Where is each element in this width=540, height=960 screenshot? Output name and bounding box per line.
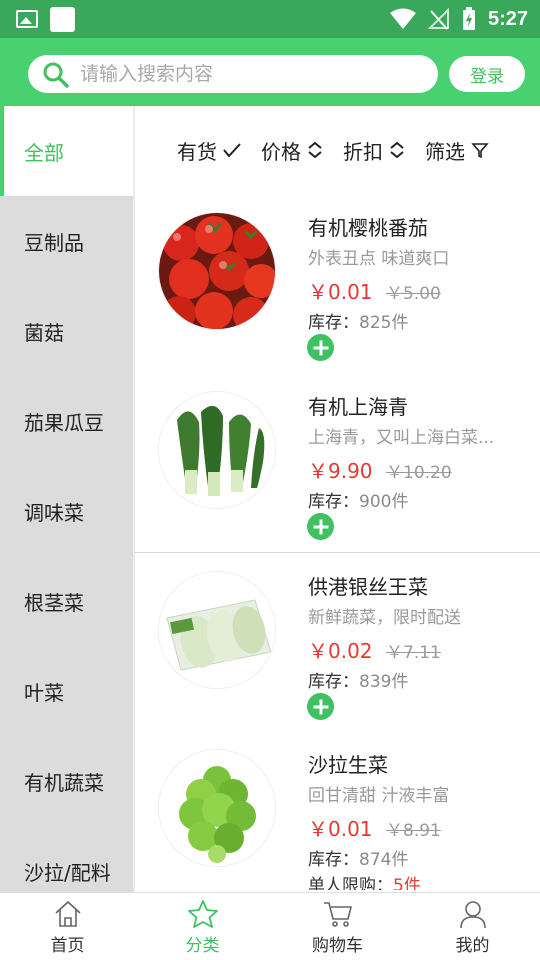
user-icon [459,901,486,929]
product-item[interactable]: 供港银丝王菜 新鲜蔬菜，限时配送 ￥0.02 ￥7.11 库存：839件 [135,552,540,731]
star-icon [187,900,218,928]
home-icon [54,900,81,927]
tab-label: 首页 [50,936,85,956]
filter-label: 价格 [261,139,301,164]
product-image-cherry-tomato[interactable] [158,212,276,330]
tab-home[interactable]: 首页 [0,893,135,960]
app-header: 登录 [0,38,540,106]
sidebar-item-seasoning-vegetables[interactable]: 调味菜 [0,466,133,556]
product-item[interactable]: 有机上海青 上海青，又叫上海白菜... ￥9.90 ￥10.20 库存：900件 [135,373,540,552]
search-input[interactable] [80,55,420,93]
wifi-icon [389,8,416,29]
filter-bar: 有货 价格 折扣 筛选 [135,106,540,194]
status-bar: 5:27 [0,0,540,38]
product-description: 上海青，又叫上海白菜... [308,428,495,448]
sidebar-item-salad[interactable]: 沙拉/配料 [0,826,133,892]
add-to-cart-button[interactable] [307,693,334,720]
filter-label: 有货 [177,139,217,164]
filter-screen[interactable]: 筛选 [425,136,489,165]
product-original-price: ￥5.00 [386,284,441,304]
product-original-price: ￥8.91 [386,821,441,841]
battery-charging-icon [462,7,475,30]
clock: 5:27 [487,7,528,30]
gallery-notification-icon [16,10,38,28]
purchase-limit: 单人限购：5件 [308,871,421,890]
tab-profile[interactable]: 我的 [405,893,540,960]
product-description: 外表丑点 味道爽口 [308,249,450,269]
product-stock: 库存：825件 [308,308,408,333]
product-price: ￥9.90 [308,459,373,483]
tab-cart[interactable]: 购物车 [270,893,405,960]
sidebar-item-fruit-vegetables[interactable]: 茄果瓜豆 [0,376,133,466]
sidebar-item-organic-vegetables[interactable]: 有机蔬菜 [0,736,133,826]
no-signal-icon [427,8,449,30]
stock-label: 库存： [308,850,359,870]
sidebar-item-mushrooms[interactable]: 菌菇 [0,286,133,376]
limit-label: 单人限购： [308,876,393,890]
cart-icon [323,902,352,927]
sidebar-item-root-vegetables[interactable]: 根茎菜 [0,556,133,646]
product-image-lettuce[interactable] [158,749,276,867]
product-description: 新鲜蔬菜，限时配送 [308,608,461,628]
stock-value: 874件 [359,850,409,870]
product-original-price: ￥7.11 [386,643,441,663]
limit-value: 5件 [393,876,421,890]
add-to-cart-button[interactable] [307,513,334,540]
sidebar-item-soy-products[interactable]: 豆制品 [0,196,133,286]
product-price: ￥0.01 [308,817,373,841]
product-image-shanghai-greens[interactable] [158,391,276,509]
product-stock: 库存：874件 [308,845,408,870]
product-list: 有机樱桃番茄 外表丑点 味道爽口 ￥0.01 ￥5.00 库存：825件 有机上… [135,194,540,890]
product-price: ￥0.02 [308,639,373,663]
sidebar-item-all[interactable]: 全部 [0,106,133,196]
filter-in-stock[interactable]: 有货 [177,136,241,165]
product-item[interactable]: 沙拉生菜 回甘清甜 汁液丰富 ￥0.01 ￥8.91 库存：874件 单人限购：… [135,731,540,890]
app-notification-icon [50,7,75,32]
product-original-price: ￥10.20 [386,463,452,483]
product-stock: 库存：900件 [308,487,408,512]
add-to-cart-button[interactable] [307,334,334,361]
product-stock: 库存：839件 [308,667,408,692]
product-name[interactable]: 沙拉生菜 [308,749,388,778]
stock-value: 839件 [359,672,409,692]
tab-category[interactable]: 分类 [135,893,270,960]
stock-label: 库存： [308,313,359,333]
filter-label: 筛选 [425,139,465,164]
tab-label: 购物车 [312,936,363,956]
check-icon [223,143,241,158]
filter-discount[interactable]: 折扣 [343,136,405,165]
stock-label: 库存： [308,492,359,512]
funnel-icon [471,143,489,159]
filter-price[interactable]: 价格 [261,136,323,165]
tab-label: 分类 [185,936,220,956]
category-sidebar: 全部 豆制品 菌菇 茄果瓜豆 调味菜 根茎菜 叶菜 有机蔬菜 沙拉/配料 [0,106,133,892]
bottom-tab-bar: 首页 分类 购物车 我的 [0,892,540,960]
tab-label: 我的 [455,936,490,956]
product-name[interactable]: 供港银丝王菜 [308,571,428,600]
product-image-napa-cabbage[interactable] [158,571,276,689]
sort-icon [308,141,322,159]
login-button[interactable]: 登录 [449,56,525,92]
product-item[interactable]: 有机樱桃番茄 外表丑点 味道爽口 ￥0.01 ￥5.00 库存：825件 [135,194,540,373]
stock-value: 825件 [359,313,409,333]
product-name[interactable]: 有机樱桃番茄 [308,212,428,241]
stock-value: 900件 [359,492,409,512]
product-price: ￥0.01 [308,280,373,304]
sort-icon [390,141,404,159]
product-name[interactable]: 有机上海青 [308,391,408,420]
search-bar[interactable] [28,55,438,93]
sidebar-item-leafy-vegetables[interactable]: 叶菜 [0,646,133,736]
stock-label: 库存： [308,672,359,692]
product-description: 回甘清甜 汁液丰富 [308,786,450,806]
filter-label: 折扣 [343,139,383,164]
search-icon[interactable] [42,61,70,89]
